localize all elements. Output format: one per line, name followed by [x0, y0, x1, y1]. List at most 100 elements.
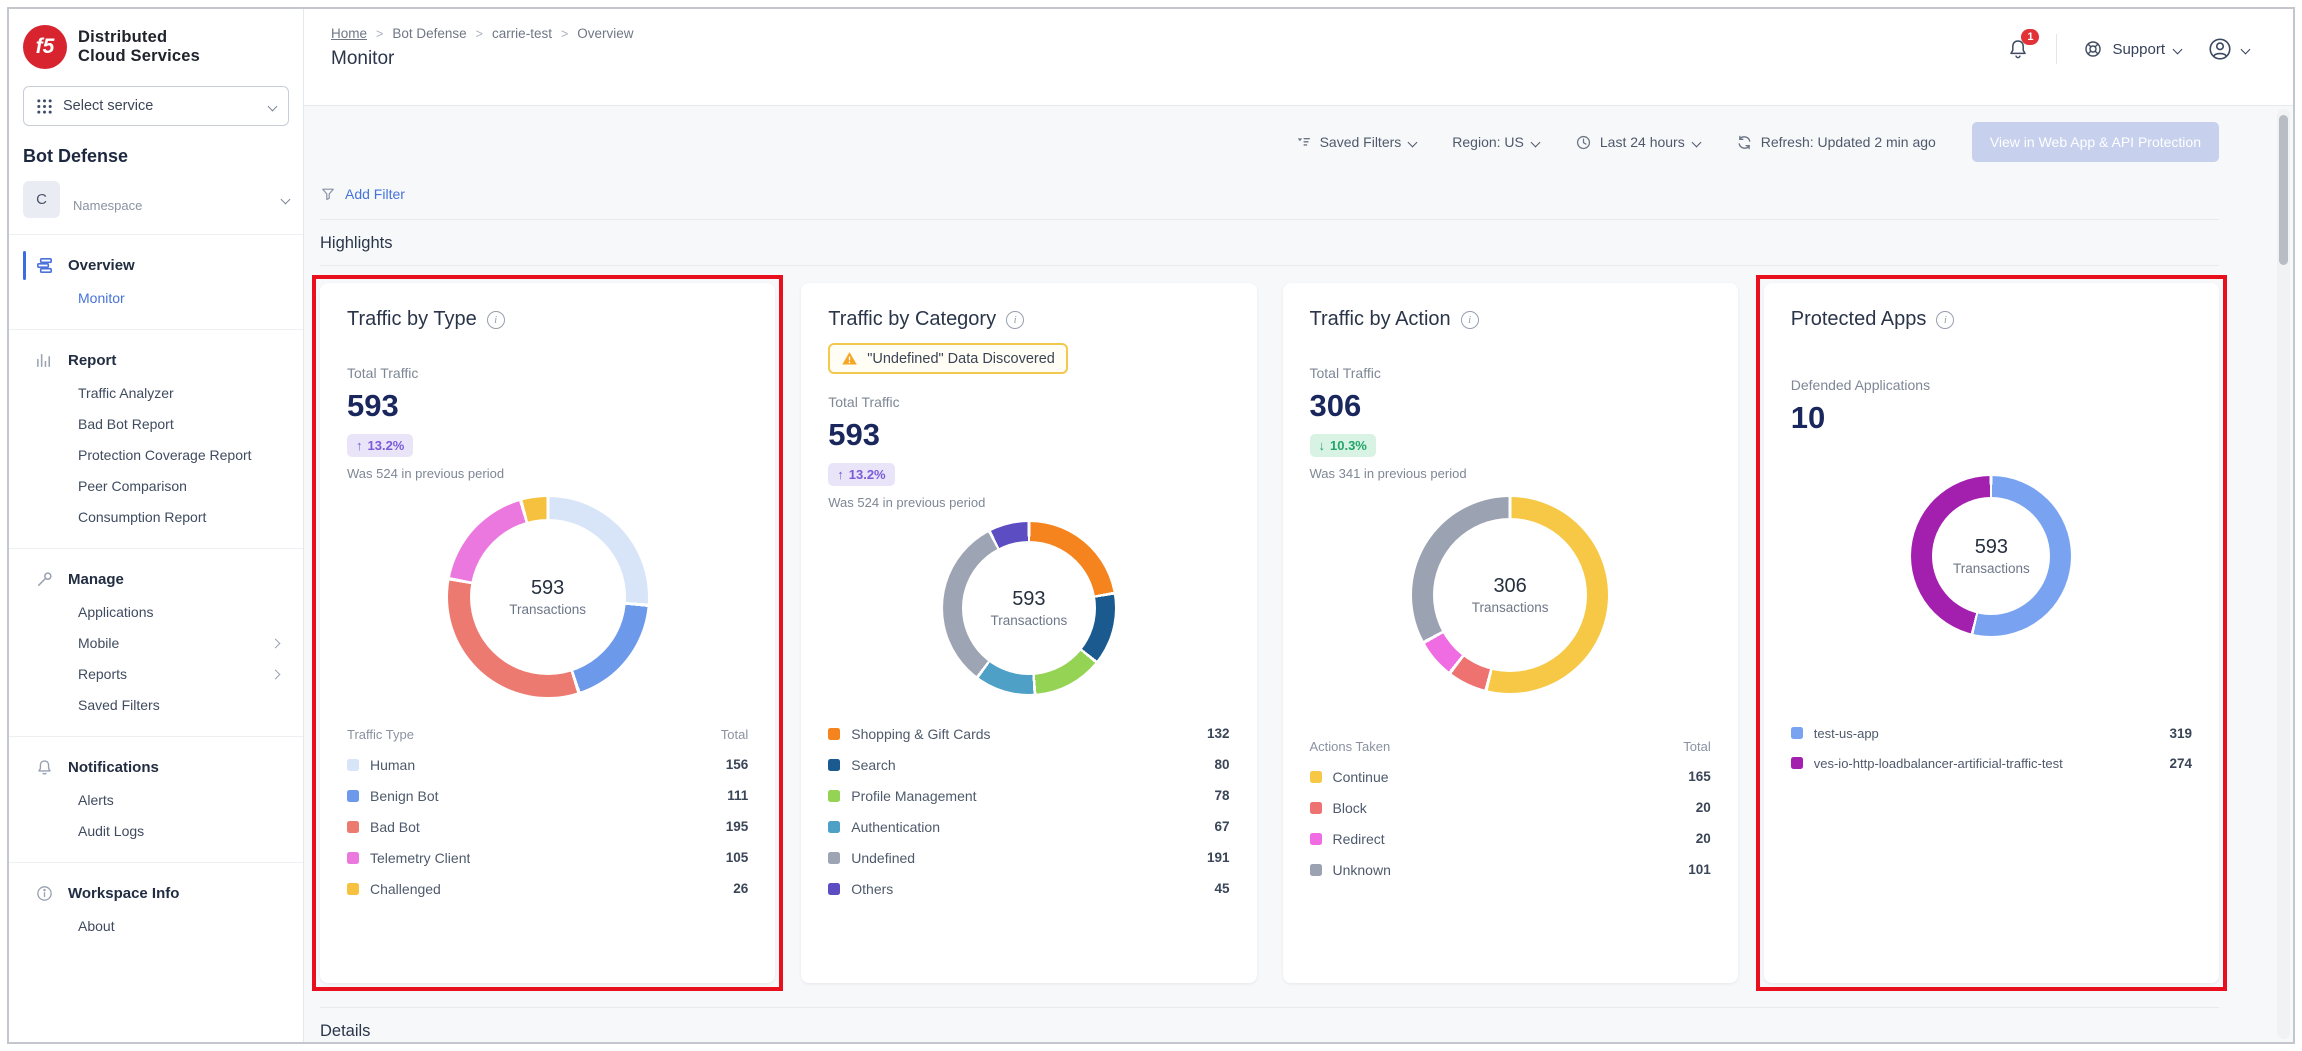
sidebar-section-label: Notifications — [68, 759, 159, 776]
sidebar-item-consumption-report[interactable]: Consumption Report — [23, 502, 289, 533]
info-icon[interactable]: i — [1936, 311, 1954, 329]
donut-chart-traffic-by-category[interactable]: 593 Transactions — [943, 522, 1115, 694]
sidebar-item-bad-bot-report[interactable]: Bad Bot Report — [23, 409, 289, 440]
brand-name-line1: Distributed — [78, 28, 200, 47]
workspace-title: Bot Defense — [23, 146, 289, 167]
info-icon[interactable]: i — [487, 311, 505, 329]
add-filter-button[interactable]: Add Filter — [320, 186, 2219, 202]
refresh-button[interactable]: Refresh: Updated 2 min ago — [1736, 134, 1936, 151]
legend-swatch — [828, 821, 840, 833]
scrollbar-thumb[interactable] — [2279, 115, 2288, 265]
legend-row-test-us-app[interactable]: test-us-app 319 — [1791, 718, 2192, 748]
legend-value: 195 — [718, 819, 749, 834]
sidebar-section-overview[interactable]: Overview — [23, 248, 289, 283]
topbar-divider — [2056, 34, 2057, 64]
select-service-dropdown[interactable]: Select service — [23, 86, 289, 126]
region-dropdown[interactable]: Region: US — [1452, 134, 1539, 150]
legend-row-unknown[interactable]: Unknown101 — [1310, 854, 1711, 885]
breadcrumb-item-bot-defense[interactable]: Bot Defense — [392, 26, 466, 41]
sidebar-item-applications[interactable]: Applications — [23, 597, 289, 628]
legend-row-block[interactable]: Block 20 — [1310, 792, 1711, 823]
legend-row-shopping-gift-cards[interactable]: Shopping & Gift Cards132 — [828, 718, 1229, 749]
sidebar-item-traffic-analyzer[interactable]: Traffic Analyzer — [23, 378, 289, 409]
legend-row-redirect[interactable]: Redirect20 — [1310, 823, 1711, 854]
breadcrumb-item-home[interactable]: Home — [331, 26, 367, 41]
notifications-bell-button[interactable]: 1 — [2006, 37, 2030, 61]
sidebar-section-label: Report — [68, 352, 116, 369]
legend-label: Human — [370, 757, 415, 773]
donut-chart-traffic-by-action[interactable]: 306 Transactions — [1412, 497, 1608, 693]
breadcrumb-item-carrie-test[interactable]: carrie-test — [492, 26, 552, 41]
sidebar-item-mobile[interactable]: Mobile — [23, 628, 289, 659]
legend-swatch — [828, 759, 840, 771]
legend-label: Block — [1333, 800, 1367, 816]
delta-badge: ↑ 13.2% — [347, 434, 413, 457]
sidebar-section-notifications[interactable]: Notifications — [23, 750, 289, 785]
donut-chart-protected-apps[interactable]: 593 Transactions — [1911, 476, 2071, 636]
sidebar-section-label: Manage — [68, 571, 124, 588]
arrow-down-icon: ↓ — [1319, 438, 1326, 453]
legend: test-us-app 319 ves-io-http-loadbalancer-a… — [1791, 718, 2192, 778]
sidebar-item-about[interactable]: About — [23, 911, 289, 942]
account-menu[interactable] — [2207, 36, 2249, 62]
sidebar-item-saved-filters[interactable]: Saved Filters — [23, 690, 289, 721]
sidebar-section-workspace-info[interactable]: Workspace Info — [23, 876, 289, 911]
highlights-cards: Traffic by Type i Total Traffic 593 ↑ 13… — [320, 283, 2219, 983]
legend-header: Traffic TypeTotal — [347, 723, 748, 749]
sidebar-item-reports[interactable]: Reports — [23, 659, 289, 690]
legend-header: Actions TakenTotal — [1310, 735, 1711, 761]
sidebar-item-monitor[interactable]: Monitor — [23, 283, 289, 314]
legend-label: Others — [851, 881, 893, 897]
legend-swatch — [828, 883, 840, 895]
saved-filters-dropdown[interactable]: Saved Filters — [1295, 134, 1417, 151]
donut-chart-traffic-by-type[interactable]: 593 Transactions — [448, 497, 648, 697]
undefined-data-warning-badge[interactable]: "Undefined" Data Discovered — [828, 343, 1068, 374]
donut-center-label: Transactions — [1953, 561, 2030, 576]
sidebar-item-protection-coverage-report[interactable]: Protection Coverage Report — [23, 440, 289, 471]
legend-row-ves-io-http-loadbalancer-artificial-traffic-test[interactable]: ves-io-http-loadbalancer-artificial-traf… — [1791, 748, 2192, 778]
section-divider — [320, 265, 2219, 266]
namespace-selector[interactable]: C Namespace — [23, 181, 289, 234]
info-icon[interactable]: i — [1006, 311, 1024, 329]
legend-row-undefined[interactable]: Undefined191 — [828, 842, 1229, 873]
legend-row-others[interactable]: Others45 — [828, 873, 1229, 904]
stat-value: 593 — [828, 417, 1229, 453]
sidebar-section-overview-group: OverviewMonitor — [9, 235, 303, 329]
brand-logo[interactable]: f5 Distributed Cloud Services — [9, 9, 303, 82]
sidebar-item-label: Peer Comparison — [78, 477, 187, 496]
legend-value: 319 — [2161, 726, 2192, 741]
support-menu[interactable]: Support — [2083, 39, 2181, 59]
donut-center-label: Transactions — [509, 602, 586, 617]
legend-row-challenged[interactable]: Challenged26 — [347, 873, 748, 904]
select-service-label: Select service — [63, 98, 153, 114]
legend-label: Telemetry Client — [370, 850, 470, 866]
section-divider — [320, 219, 2219, 220]
legend-row-bad-bot[interactable]: Bad Bot195 — [347, 811, 748, 842]
sidebar-section-report-group: Report Traffic AnalyzerBad Bot ReportProt… — [9, 330, 303, 548]
legend-value: 20 — [1688, 800, 1711, 815]
stat-label: Total Traffic — [828, 394, 1229, 410]
sidebar-section-workspace-info-group: Workspace InfoAbout — [9, 863, 303, 957]
legend-value: 78 — [1206, 788, 1229, 803]
sidebar-item-peer-comparison[interactable]: Peer Comparison — [23, 471, 289, 502]
legend-row-continue[interactable]: Continue165 — [1310, 761, 1711, 792]
sidebar-item-label: Mobile — [78, 634, 119, 653]
legend-row-search[interactable]: Search80 — [828, 749, 1229, 780]
legend-swatch — [347, 790, 359, 802]
legend: Shopping & Gift Cards132Search80Profile … — [828, 718, 1229, 904]
legend-label: test-us-app — [1814, 726, 1879, 741]
legend-value: 20 — [1688, 831, 1711, 846]
legend-row-profile-management[interactable]: Profile Management78 — [828, 780, 1229, 811]
info-icon[interactable]: i — [1461, 311, 1479, 329]
sidebar-item-alerts[interactable]: Alerts — [23, 785, 289, 816]
time-range-dropdown[interactable]: Last 24 hours — [1575, 134, 1700, 151]
legend-row-authentication[interactable]: Authentication67 — [828, 811, 1229, 842]
sidebar-section-manage[interactable]: Manage — [23, 562, 289, 597]
legend-row-benign-bot[interactable]: Benign Bot111 — [347, 780, 748, 811]
sidebar-item-audit-logs[interactable]: Audit Logs — [23, 816, 289, 847]
page-title: Monitor — [331, 48, 634, 70]
legend-row-human[interactable]: Human156 — [347, 749, 748, 780]
legend-row-telemetry-client[interactable]: Telemetry Client105 — [347, 842, 748, 873]
sidebar-section-report[interactable]: Report — [23, 343, 289, 378]
view-in-waap-button[interactable]: View in Web App & API Protection — [1972, 122, 2219, 162]
